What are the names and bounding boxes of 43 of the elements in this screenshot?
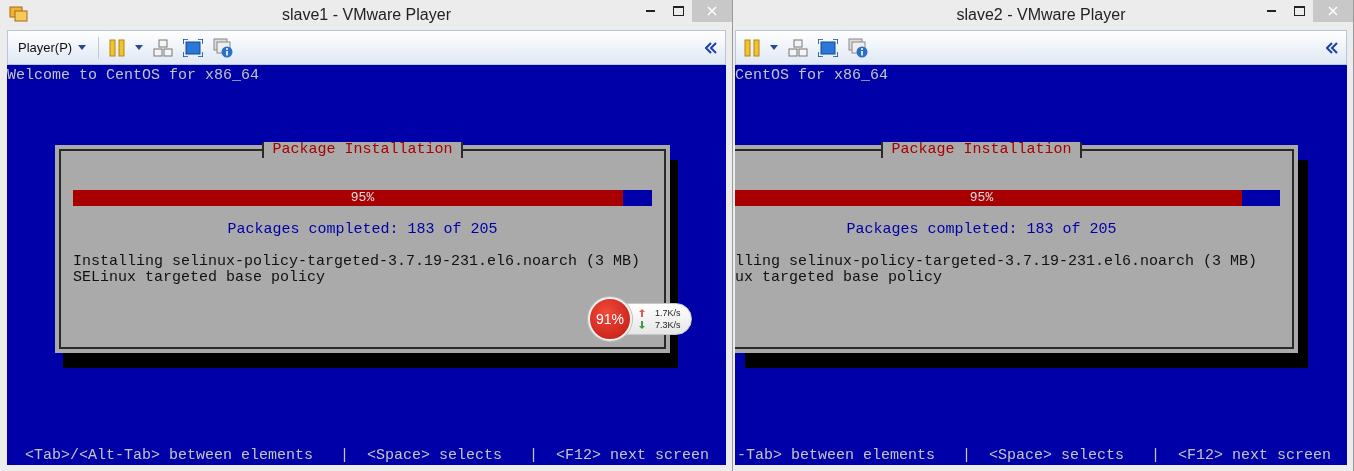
download-arrow-icon — [639, 321, 645, 329]
caret-icon — [78, 45, 87, 50]
keys-icon[interactable] — [788, 38, 808, 57]
pause-icon — [744, 38, 760, 57]
status-text: Packages completed: 183 of 205 — [846, 222, 1117, 238]
window-title: slave2 - VMware Player — [955, 6, 1127, 24]
package-text: lling selinux-policy-targeted-3.7.19-231.el6.noarch (3 MB) — [735, 254, 1258, 270]
maximize-icon — [1293, 6, 1305, 16]
keys-icon[interactable] — [153, 38, 174, 57]
app-icon — [9, 5, 29, 23]
pause-button[interactable] — [109, 38, 126, 57]
package-text: SELinux targeted base policy — [73, 270, 326, 286]
upload-speed: 1.7K/s — [655, 308, 681, 318]
info-icon[interactable] — [848, 37, 868, 58]
close-icon — [1328, 6, 1338, 16]
status-text: Packages completed: 183 of 205 — [227, 222, 498, 238]
caret-icon[interactable] — [770, 45, 778, 50]
minimize-icon — [1266, 10, 1276, 12]
pause-button[interactable] — [744, 38, 760, 57]
progress-label: 95% — [349, 190, 376, 206]
double-chevron-icon[interactable] — [1326, 41, 1338, 54]
progress-label: 95% — [968, 190, 995, 206]
player-menu[interactable]: Player(P) — [16, 38, 89, 57]
upload-arrow-icon — [639, 309, 645, 317]
window-title: slave1 - VMware Player — [281, 6, 452, 24]
fullscreen-icon[interactable] — [818, 38, 838, 57]
info-icon[interactable] — [213, 37, 234, 58]
caret-icon[interactable] — [135, 45, 144, 50]
console-header: CentOS for x86_64 — [735, 66, 890, 84]
fullscreen-icon[interactable] — [183, 38, 204, 57]
close-icon — [707, 6, 717, 16]
dialog-title: Package Installation — [262, 142, 463, 158]
console-header: Welcome to CentOS for x86_64 — [7, 66, 261, 84]
pause-icon — [109, 38, 126, 57]
minimize-icon — [645, 10, 655, 12]
download-speed: 7.3K/s — [655, 320, 681, 330]
double-chevron-icon[interactable] — [705, 41, 717, 54]
key-hints: <Tab>/<Alt-Tab> between elements | <Space> selects | <F12> next screen — [24, 448, 711, 465]
package-text: ux targeted base policy — [735, 270, 943, 286]
maximize-icon — [672, 6, 684, 16]
package-text: Installing selinux-policy-targeted-3.7.19-231.el6.noarch (3 MB) — [73, 254, 641, 270]
key-hints: -Tab> between elements | <Space> selects | <F12> next screen — [736, 448, 1333, 465]
dialog-title: Package Installation — [881, 142, 1082, 158]
